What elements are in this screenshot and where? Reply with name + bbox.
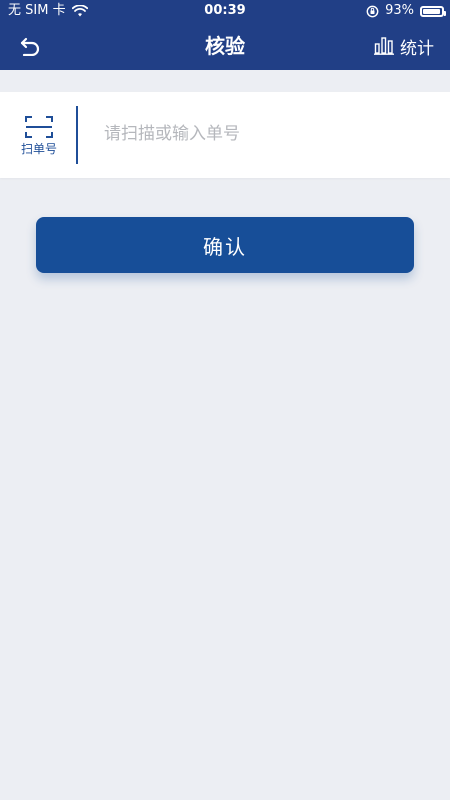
scan-button-label: 扫单号 <box>20 141 57 156</box>
top-bar: 无 SIM 卡 00:39 93% 核验 统计 <box>0 0 450 70</box>
stats-label: 统计 <box>400 38 434 59</box>
status-right: 93% <box>366 0 446 22</box>
battery-fill <box>423 8 440 14</box>
bar-chart-icon <box>374 37 394 55</box>
scan-button[interactable]: 扫单号 <box>12 108 66 162</box>
confirm-button-label: 确认 <box>203 234 247 259</box>
order-number-input[interactable] <box>104 114 424 154</box>
back-button[interactable] <box>16 32 44 60</box>
back-arrow-icon <box>20 37 40 56</box>
confirm-button[interactable]: 确认 <box>36 217 414 273</box>
orientation-lock-icon <box>366 5 379 17</box>
battery-tip <box>444 10 446 16</box>
scan-frame-icon <box>25 115 53 138</box>
divider <box>76 106 78 164</box>
status-bar: 无 SIM 卡 00:39 93% <box>0 0 450 22</box>
battery-percent: 93% <box>385 3 414 18</box>
battery-icon <box>420 5 446 17</box>
stats-button[interactable]: 统计 <box>374 32 434 60</box>
screen: 无 SIM 卡 00:39 93% 核验 统计 扫单号 请扫描或输入单号 确认 <box>0 0 450 800</box>
scan-card: 扫单号 <box>0 92 450 178</box>
navigation-bar: 核验 统计 <box>0 22 450 70</box>
